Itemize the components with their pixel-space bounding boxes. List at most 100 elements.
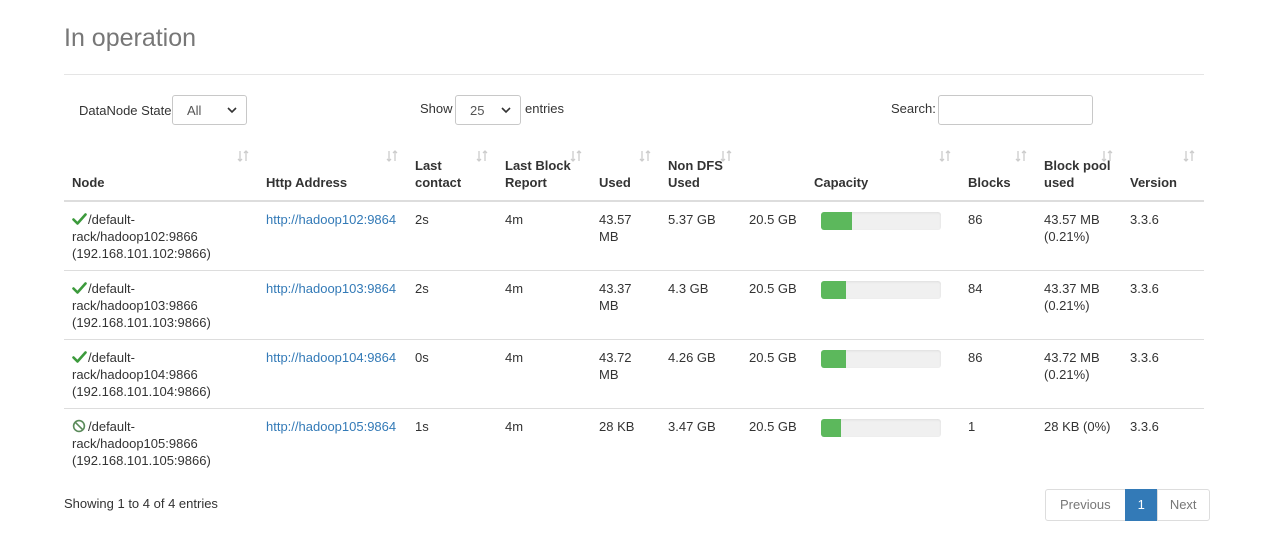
node-cell: /default-rack/hadoop103:9866 (192.168.10… — [64, 270, 258, 340]
node-name: /default-rack/hadoop105:9866 (192.168.10… — [72, 419, 211, 468]
next-button[interactable]: Next — [1156, 489, 1210, 521]
used-cell: 43.72 MB — [591, 339, 660, 409]
column-header-8[interactable]: Blocks — [960, 140, 1036, 202]
capacity-bar-cell — [806, 270, 960, 340]
column-header-3[interactable]: Last Block Report — [497, 140, 591, 202]
table-info: Showing 1 to 4 of 4 entries — [64, 496, 218, 511]
search-label: Search: — [891, 101, 936, 116]
last-block-report-cell: 4m — [505, 212, 524, 227]
capacity-bar-fill — [821, 419, 842, 437]
column-header-9[interactable]: Block pool used — [1036, 140, 1122, 202]
sort-icon — [569, 149, 583, 163]
sort-icon — [1100, 149, 1114, 163]
page-1-button[interactable]: 1 — [1124, 489, 1158, 521]
sort-icon — [236, 149, 250, 163]
capacity-total-cell: 20.5 GB — [741, 270, 806, 340]
http-address-cell: http://hadoop103:9864 — [258, 270, 407, 340]
http-address-link[interactable]: http://hadoop105:9864 — [266, 419, 396, 434]
capacity-bar-fill — [821, 281, 847, 299]
capacity-bar-cell — [806, 201, 960, 271]
block-pool-used-cell: 43.72 MB (0.21%) — [1036, 339, 1122, 409]
node-cell: /default-rack/hadoop105:9866 (192.168.10… — [64, 408, 258, 477]
title-divider — [64, 74, 1204, 75]
column-header-label: Last contact — [415, 158, 462, 190]
table-row: /default-rack/hadoop102:9866 (192.168.10… — [64, 201, 1204, 271]
blocks-cell: 84 — [960, 270, 1036, 340]
table-body: /default-rack/hadoop102:9866 (192.168.10… — [64, 201, 1204, 477]
used-cell: 43.57 MB — [599, 212, 632, 244]
page-length-value: 25 — [470, 103, 485, 118]
datanode-state-select[interactable]: All — [172, 95, 247, 125]
datanode-state-label: DataNode State — [79, 103, 172, 118]
block-pool-used-cell: 43.37 MB (0.21%) — [1036, 270, 1122, 340]
last-block-report-cell: 4m — [497, 270, 591, 340]
blocks-cell: 86 — [968, 212, 983, 227]
column-header-7[interactable]: Capacity — [806, 140, 960, 202]
column-header-10[interactable]: Version — [1122, 140, 1204, 202]
sort-icon — [638, 149, 652, 163]
node-name: /default-rack/hadoop102:9866 (192.168.10… — [72, 212, 211, 261]
page-length-select[interactable]: 25 — [455, 95, 521, 125]
entries-label: entries — [525, 101, 565, 116]
table-row: /default-rack/hadoop103:9866 (192.168.10… — [64, 270, 1204, 340]
capacity-bar-cell — [806, 408, 960, 477]
chevron-down-icon — [227, 107, 237, 114]
blocks-cell: 1 — [960, 408, 1036, 477]
last-contact-cell: 2s — [407, 270, 497, 340]
capacity-bar — [821, 350, 941, 368]
capacity-bar-cell — [806, 339, 960, 409]
check-icon — [72, 350, 87, 364]
ban-circle-icon — [72, 419, 87, 433]
node-name: /default-rack/hadoop104:9866 (192.168.10… — [72, 350, 211, 399]
version-cell: 3.3.6 — [1122, 270, 1204, 340]
node-cell: /default-rack/hadoop104:9866 (192.168.10… — [64, 339, 258, 409]
show-label: Show — [420, 101, 453, 116]
http-address-link[interactable]: http://hadoop103:9864 — [266, 281, 396, 296]
block-pool-used-cell: 43.57 MB (0.21%) — [1044, 212, 1100, 244]
http-address-cell: http://hadoop105:9864 — [258, 408, 407, 477]
capacity-total-cell: 20.5 GB — [749, 212, 797, 227]
http-address-link[interactable]: http://hadoop102:9864 — [266, 212, 396, 227]
non-dfs-used-cell: 5.37 GB — [668, 212, 716, 227]
column-header-4[interactable]: Used — [591, 140, 660, 202]
column-header-label: Used — [599, 175, 631, 190]
non-dfs-used-cell: 4.26 GB — [660, 339, 741, 409]
capacity-bar — [821, 281, 941, 299]
sort-icon — [938, 149, 952, 163]
datanode-state-value: All — [187, 103, 202, 118]
column-header-label: Last Block Report — [505, 158, 571, 190]
search-input[interactable] — [938, 95, 1093, 125]
table-row: /default-rack/hadoop104:9866 (192.168.10… — [64, 339, 1204, 409]
sort-icon — [719, 149, 733, 163]
capacity-bar-fill — [821, 350, 847, 368]
non-dfs-used-cell: 3.47 GB — [660, 408, 741, 477]
capacity-bar-fill — [821, 212, 853, 230]
column-header-2[interactable]: Last contact — [407, 140, 497, 202]
capacity-bar — [821, 212, 941, 230]
pagination: Previous 1 Next — [1045, 489, 1210, 521]
sort-icon — [385, 149, 399, 163]
datanode-table: Node Http Address Last contact Last Block R… — [64, 140, 1204, 477]
table-header-row: Node Http Address Last contact Last Block R… — [64, 140, 1204, 202]
column-header-5[interactable]: Non DFS Used — [660, 140, 741, 202]
blocks-cell: 86 — [960, 339, 1036, 409]
sort-icon — [1182, 149, 1196, 163]
column-header-0[interactable]: Node — [64, 140, 258, 202]
http-address-link[interactable]: http://hadoop104:9864 — [266, 350, 396, 365]
column-header-1[interactable]: Http Address — [258, 140, 407, 202]
last-block-report-cell: 4m — [497, 339, 591, 409]
block-pool-used-cell: 28 KB (0%) — [1036, 408, 1122, 477]
page-title: In operation — [64, 24, 197, 52]
sort-icon — [475, 149, 489, 163]
last-contact-cell: 0s — [407, 339, 497, 409]
column-header-6[interactable] — [741, 140, 806, 202]
non-dfs-used-cell: 4.3 GB — [660, 270, 741, 340]
check-icon — [72, 212, 87, 226]
check-icon — [72, 281, 87, 295]
http-address-cell: http://hadoop102:9864 — [258, 201, 407, 271]
last-contact-cell: 1s — [407, 408, 497, 477]
node-name: /default-rack/hadoop103:9866 (192.168.10… — [72, 281, 211, 330]
capacity-total-cell: 20.5 GB — [741, 339, 806, 409]
last-contact-cell: 2s — [415, 212, 429, 227]
previous-button[interactable]: Previous — [1045, 489, 1126, 521]
